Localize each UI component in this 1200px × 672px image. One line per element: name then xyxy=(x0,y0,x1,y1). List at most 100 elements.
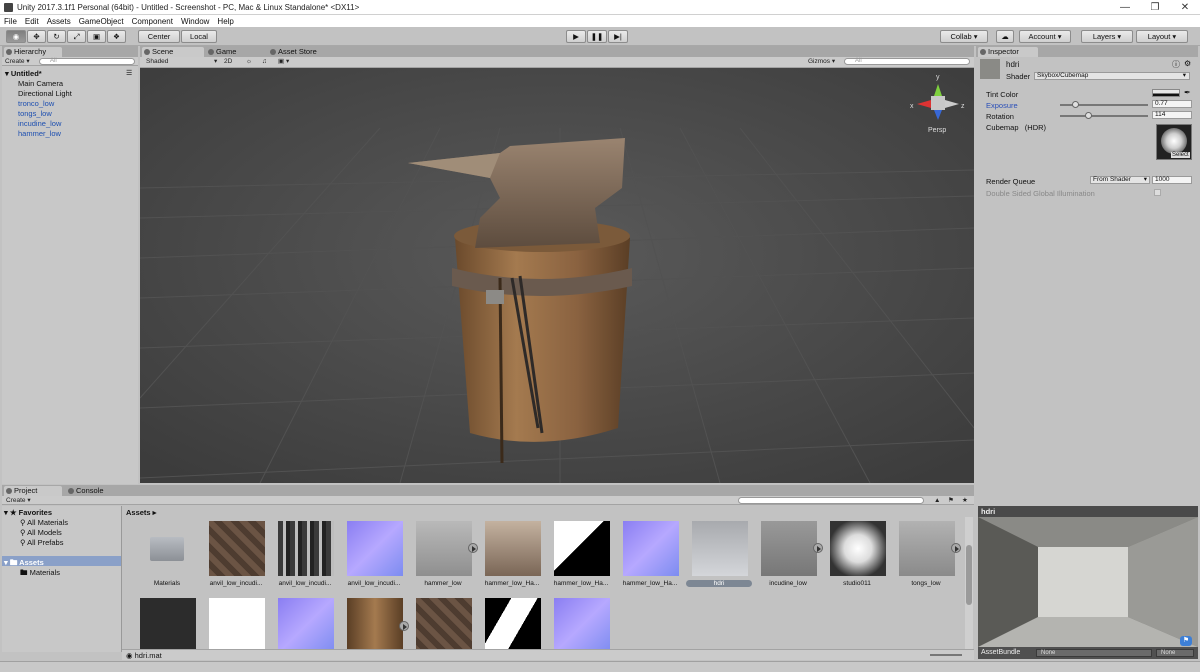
fav-all-materials[interactable]: ⚲ All Materials xyxy=(20,518,68,527)
filter-label-icon[interactable]: ⚑ xyxy=(948,497,954,504)
asset-thumbnail[interactable] xyxy=(347,598,403,649)
hierarchy-item[interactable]: incudine_low xyxy=(18,119,61,128)
filter-type-icon[interactable]: ▲ xyxy=(934,497,940,504)
effects-toggle-icon[interactable]: ▣ ▾ xyxy=(278,58,289,65)
exposure-slider[interactable] xyxy=(1060,101,1148,108)
cubemap-slot[interactable]: Select xyxy=(1156,124,1192,160)
asset-thumbnail[interactable] xyxy=(209,598,265,649)
scale-tool-button[interactable]: ⤢ xyxy=(67,30,86,43)
tab-console[interactable]: Console xyxy=(66,486,126,496)
hierarchy-item[interactable]: hammer_low xyxy=(18,129,61,138)
material-preview[interactable] xyxy=(978,517,1198,647)
account-dropdown[interactable]: Account ▾ xyxy=(1019,30,1071,43)
lighting-toggle-icon[interactable]: ☼ xyxy=(246,58,252,65)
rotation-field[interactable]: 114 xyxy=(1152,111,1192,119)
render-queue-field[interactable]: 1000 xyxy=(1152,176,1192,184)
asset-thumbnail[interactable] xyxy=(209,521,265,576)
menu-edit[interactable]: Edit xyxy=(25,17,39,26)
layers-dropdown[interactable]: Layers ▾ xyxy=(1081,30,1133,43)
expand-model-icon[interactable] xyxy=(813,543,823,553)
move-tool-button[interactable]: ✥ xyxy=(27,30,46,43)
exposure-field[interactable]: 0.77 xyxy=(1152,100,1192,108)
maximize-button[interactable]: ❐ xyxy=(1140,0,1170,15)
project-create-button[interactable]: Create ▾ xyxy=(6,497,31,504)
eyedropper-icon[interactable]: ✒ xyxy=(1184,88,1191,97)
hierarchy-item[interactable]: Main Camera xyxy=(18,79,63,88)
expand-model-icon[interactable] xyxy=(468,543,478,553)
tab-inspector[interactable]: Inspector xyxy=(978,47,1038,57)
rotate-tool-button[interactable]: ↻ xyxy=(47,30,66,43)
thumbnail-size-slider[interactable] xyxy=(930,654,962,656)
assets-node-selected[interactable]: ▾ 🖿 Assets xyxy=(2,556,121,567)
play-button[interactable]: ▶ xyxy=(566,30,586,43)
asset-thumbnail[interactable] xyxy=(899,521,955,576)
asset-thumbnail[interactable] xyxy=(554,521,610,576)
bundle-tag-icon[interactable]: ⚑ xyxy=(1180,636,1192,646)
scene-menu-icon[interactable]: ☰ xyxy=(126,69,132,77)
asset-thumbnail[interactable] xyxy=(140,521,196,576)
rect-tool-button[interactable]: ▣ xyxy=(87,30,106,43)
asset-thumbnail[interactable] xyxy=(761,521,817,576)
scene-viewport[interactable]: y x z Persp xyxy=(140,68,974,483)
transform-tool-button[interactable]: ❖ xyxy=(107,30,126,43)
tab-project[interactable]: Project xyxy=(4,486,62,496)
asset-grid-scroll-thumb[interactable] xyxy=(966,545,972,605)
asset-thumbnail[interactable] xyxy=(623,521,679,576)
asset-thumbnail[interactable] xyxy=(554,598,610,649)
breadcrumb[interactable]: Assets ▸ xyxy=(126,508,156,517)
tab-scene[interactable]: Scene xyxy=(142,47,204,57)
pivot-center-button[interactable]: Center xyxy=(138,30,180,43)
materials-folder-node[interactable]: 🖿 Materials xyxy=(20,567,60,580)
favorite-star-icon[interactable]: ★ xyxy=(962,497,968,504)
tab-hierarchy[interactable]: Hierarchy xyxy=(4,47,62,57)
render-queue-dropdown[interactable]: From Shader ▾ xyxy=(1090,176,1150,184)
settings-gear-icon[interactable]: ⚙ xyxy=(1184,59,1191,68)
pivot-local-button[interactable]: Local xyxy=(181,30,217,43)
asset-thumbnail[interactable] xyxy=(692,521,748,576)
asset-grid-scrollbar[interactable] xyxy=(965,517,973,649)
scene-search-input[interactable]: All xyxy=(844,58,970,65)
step-button[interactable]: ▶| xyxy=(608,30,628,43)
2d-toggle[interactable]: 2D xyxy=(224,58,232,65)
asset-thumbnail[interactable] xyxy=(830,521,886,576)
fav-all-models[interactable]: ⚲ All Models xyxy=(20,528,62,537)
menu-component[interactable]: Component xyxy=(132,17,173,26)
cloud-button[interactable]: ☁ xyxy=(996,30,1014,43)
fav-all-prefabs[interactable]: ⚲ All Prefabs xyxy=(20,538,63,547)
help-icon[interactable]: ⓘ xyxy=(1172,59,1180,70)
audio-toggle-icon[interactable]: ♫ xyxy=(262,58,267,65)
collab-button[interactable]: Collab ▾ xyxy=(940,30,988,43)
tab-game[interactable]: Game xyxy=(206,47,262,57)
asset-thumbnail[interactable] xyxy=(140,598,196,649)
double-sided-gi-checkbox[interactable] xyxy=(1154,189,1161,196)
hierarchy-search-input[interactable]: All xyxy=(39,58,135,65)
shader-dropdown[interactable]: Skybox/Cubemap ▾ xyxy=(1034,72,1190,80)
hierarchy-item[interactable]: tongs_low xyxy=(18,109,52,118)
expand-model-icon[interactable] xyxy=(399,621,409,631)
gizmos-dropdown[interactable]: Gizmos ▾ xyxy=(808,58,835,65)
hierarchy-item[interactable]: Directional Light xyxy=(18,89,72,98)
rotation-slider-knob[interactable] xyxy=(1085,112,1093,119)
asset-thumbnail[interactable] xyxy=(278,598,334,649)
exposure-slider-knob[interactable] xyxy=(1071,101,1079,108)
asset-thumbnail[interactable] xyxy=(485,598,541,649)
asset-thumbnail[interactable] xyxy=(347,521,403,576)
project-search-input[interactable] xyxy=(738,497,924,504)
cubemap-select-button[interactable]: Select xyxy=(1171,152,1190,158)
assetbundle-dropdown[interactable]: None xyxy=(1036,649,1152,657)
menu-help[interactable]: Help xyxy=(217,17,233,26)
asset-thumbnail[interactable] xyxy=(278,521,334,576)
favorites-node[interactable]: ▾ ★ Favorites xyxy=(4,508,52,517)
menu-assets[interactable]: Assets xyxy=(47,17,71,26)
assetbundle-variant-dropdown[interactable]: None xyxy=(1156,649,1194,657)
expand-model-icon[interactable] xyxy=(951,543,961,553)
layout-dropdown[interactable]: Layout ▾ xyxy=(1136,30,1188,43)
tab-asset-store[interactable]: Asset Store xyxy=(268,47,338,57)
menu-file[interactable]: File xyxy=(4,17,17,26)
pause-button[interactable]: ❚❚ xyxy=(587,30,607,43)
menu-gameobject[interactable]: GameObject xyxy=(79,17,124,26)
hand-tool-button[interactable]: ◉ xyxy=(6,30,26,43)
asset-thumbnail[interactable] xyxy=(416,521,472,576)
asset-thumbnail[interactable] xyxy=(416,598,472,649)
minimize-button[interactable]: — xyxy=(1110,0,1140,15)
